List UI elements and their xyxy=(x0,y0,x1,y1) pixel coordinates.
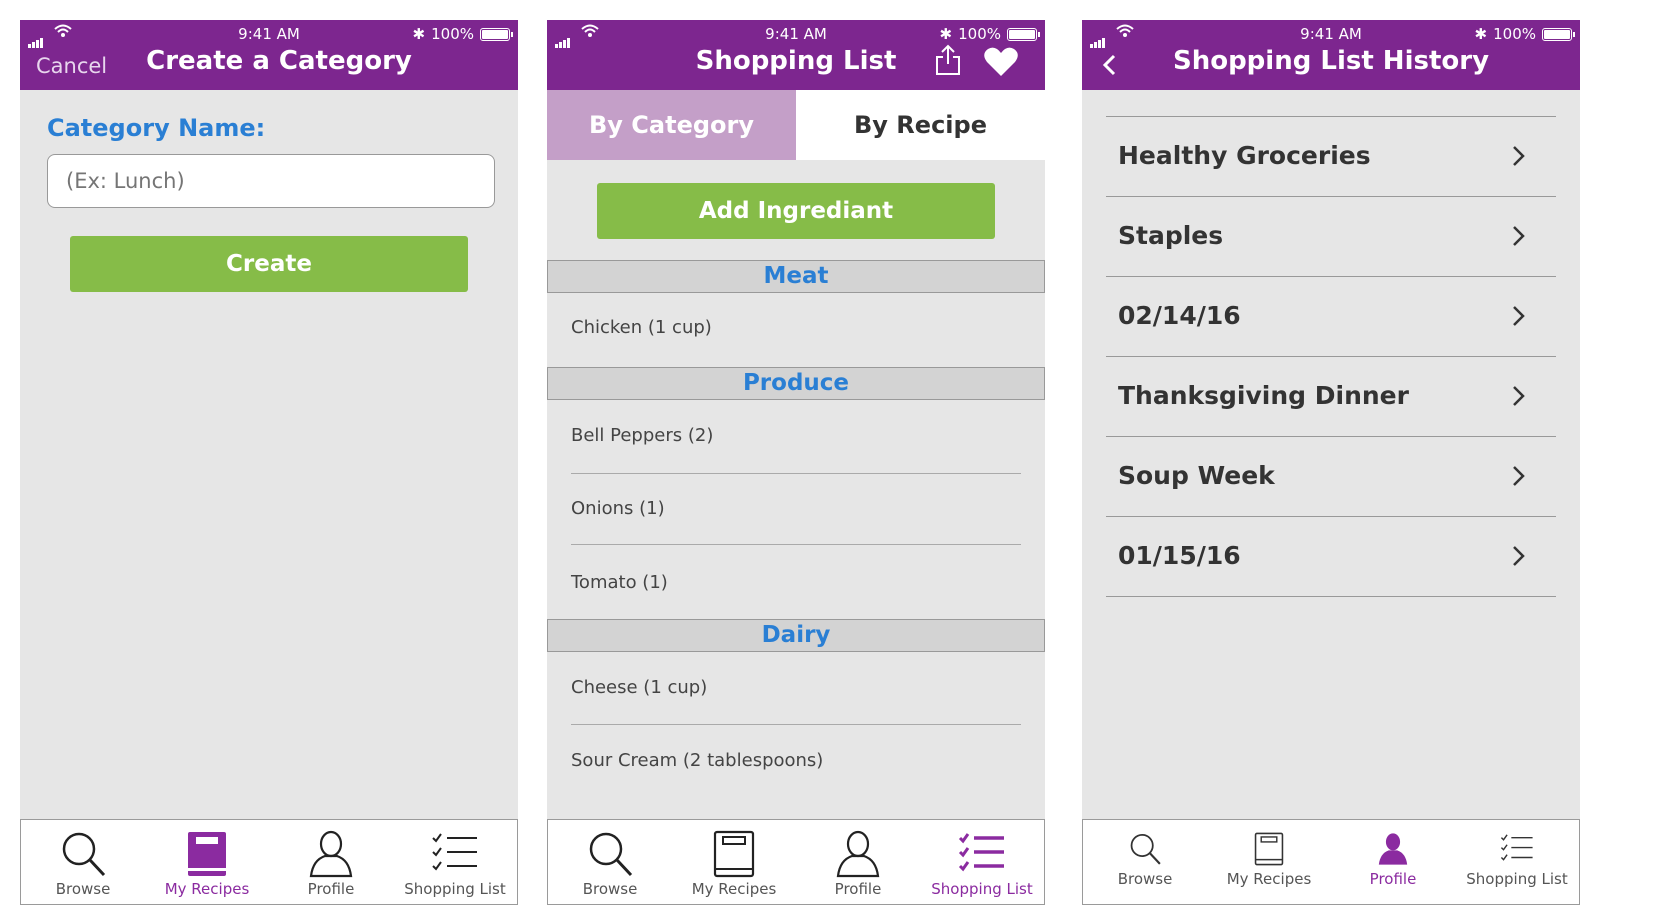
book-icon xyxy=(713,830,755,878)
status-bar: 9:41 AM ✱ 100% xyxy=(547,24,1045,48)
bluetooth-icon: ✱ xyxy=(412,25,426,43)
share-icon[interactable] xyxy=(935,44,961,76)
tab-label: Browse xyxy=(1117,870,1173,888)
tab-my-recipes[interactable]: My Recipes xyxy=(672,820,796,904)
tab-profile[interactable]: Profile xyxy=(1331,820,1455,904)
page-title: Shopping List History xyxy=(1172,46,1490,76)
nav-header: 9:41 AM ✱ 100% Shopping List History xyxy=(1082,20,1580,90)
tab-browse[interactable]: Browse xyxy=(21,820,145,904)
list-item[interactable]: Staples xyxy=(1106,197,1556,277)
chevron-right-icon xyxy=(1513,146,1525,166)
section-header-dairy: Dairy xyxy=(547,619,1045,652)
view-segmented-control: By Category By Recipe xyxy=(547,90,1045,160)
tab-label: Shopping List xyxy=(1466,870,1568,888)
tab-label: Profile xyxy=(307,880,355,898)
tab-my-recipes[interactable]: My Recipes xyxy=(145,820,269,904)
battery-icon xyxy=(480,27,513,41)
shopping-list-history-screen: 9:41 AM ✱ 100% Shopping List History Heal… xyxy=(1082,20,1580,905)
book-icon xyxy=(188,832,226,876)
list-item[interactable]: Thanksgiving Dinner xyxy=(1106,357,1556,437)
section-header-produce: Produce xyxy=(547,367,1045,400)
tab-my-recipes[interactable]: My Recipes xyxy=(1207,820,1331,904)
list-item[interactable]: Soup Week xyxy=(1106,437,1556,517)
tab-bar: Browse My Recipes Profile Shopping List xyxy=(20,819,518,905)
divider xyxy=(571,473,1021,474)
bluetooth-icon: ✱ xyxy=(1474,25,1488,43)
list-item[interactable]: Sour Cream (2 tablespoons) xyxy=(571,750,1021,771)
tab-label: My Recipes xyxy=(691,880,777,898)
tab-label: Profile xyxy=(834,880,882,898)
list-item-label: Staples xyxy=(1118,221,1224,250)
list-item[interactable]: Onions (1) xyxy=(571,498,1021,519)
search-icon xyxy=(1130,833,1161,865)
person-icon xyxy=(1378,833,1408,865)
tab-shopping-list[interactable]: Shopping List xyxy=(393,820,517,904)
chevron-right-icon xyxy=(1513,546,1525,566)
tab-label: Browse xyxy=(582,880,638,898)
category-name-label: Category Name: xyxy=(47,114,266,142)
tab-label: My Recipes xyxy=(164,880,250,898)
add-ingredient-button[interactable]: Add Ingrediant xyxy=(597,183,995,239)
list-item[interactable]: Healthy Groceries xyxy=(1106,117,1556,197)
battery-percent: 100% xyxy=(431,25,474,43)
divider xyxy=(571,724,1021,725)
tab-bar: Browse My Recipes Profile Shopping List xyxy=(1082,819,1580,905)
list-item-label: Soup Week xyxy=(1118,461,1275,490)
tab-label: Profile xyxy=(1369,870,1417,888)
tab-by-recipe[interactable]: By Recipe xyxy=(796,90,1045,160)
search-icon xyxy=(62,832,106,877)
list-item[interactable]: 02/14/16 xyxy=(1106,277,1556,357)
nav-header: 9:41 AM ✱ 100% Cancel Create a Category xyxy=(20,20,518,90)
status-bar: 9:41 AM ✱ 100% xyxy=(20,24,518,48)
tab-by-category[interactable]: By Category xyxy=(547,90,796,160)
list-item[interactable]: Cheese (1 cup) xyxy=(571,677,1021,698)
divider xyxy=(571,544,1021,545)
tab-shopping-list[interactable]: Shopping List xyxy=(920,820,1044,904)
checklist-icon xyxy=(432,833,477,871)
checklist-icon xyxy=(1500,834,1533,861)
chevron-right-icon xyxy=(1513,226,1525,246)
tab-browse[interactable]: Browse xyxy=(1083,820,1207,904)
list-item-label: 01/15/16 xyxy=(1118,541,1241,570)
battery-icon xyxy=(1007,27,1040,41)
book-icon xyxy=(1254,832,1284,866)
battery-percent: 100% xyxy=(1493,25,1536,43)
chevron-right-icon xyxy=(1513,306,1525,326)
list-item[interactable]: Bell Peppers (2) xyxy=(571,425,1021,446)
tab-label: Browse xyxy=(55,880,111,898)
tab-shopping-list[interactable]: Shopping List xyxy=(1455,820,1579,904)
list-item[interactable]: Tomato (1) xyxy=(571,572,1021,593)
create-button[interactable]: Create xyxy=(70,236,468,292)
tab-browse[interactable]: Browse xyxy=(548,820,672,904)
checklist-icon xyxy=(958,833,1004,872)
chevron-right-icon xyxy=(1513,386,1525,406)
list-item-label: Healthy Groceries xyxy=(1118,141,1371,170)
category-name-input[interactable] xyxy=(47,154,495,208)
battery-percent: 100% xyxy=(958,25,1001,43)
list-item-label: Thanksgiving Dinner xyxy=(1118,381,1409,410)
create-category-screen: 9:41 AM ✱ 100% Cancel Create a Category C… xyxy=(20,20,518,905)
status-bar: 9:41 AM ✱ 100% xyxy=(1082,24,1580,48)
nav-header: 9:41 AM ✱ 100% Shopping List xyxy=(547,20,1045,90)
chevron-right-icon xyxy=(1513,466,1525,486)
tab-label: Shopping List xyxy=(404,880,506,898)
list-item[interactable]: 01/15/16 xyxy=(1106,517,1556,597)
heart-icon[interactable] xyxy=(983,46,1019,78)
list-item-label: 02/14/16 xyxy=(1118,301,1241,330)
bluetooth-icon: ✱ xyxy=(939,25,953,43)
list-item[interactable]: Chicken (1 cup) xyxy=(571,317,1021,338)
tab-profile[interactable]: Profile xyxy=(796,820,920,904)
shopping-list-screen: 9:41 AM ✱ 100% Shopping List By Category … xyxy=(547,20,1045,905)
tab-label: My Recipes xyxy=(1226,870,1312,888)
person-icon xyxy=(309,830,353,878)
battery-icon xyxy=(1542,27,1575,41)
section-header-meat: Meat xyxy=(547,260,1045,293)
tab-bar: Browse My Recipes Profile Shopping List xyxy=(547,819,1045,905)
person-icon xyxy=(836,830,880,878)
tab-profile[interactable]: Profile xyxy=(269,820,393,904)
search-icon xyxy=(589,832,633,877)
page-title: Shopping List xyxy=(695,46,897,76)
tab-label: Shopping List xyxy=(931,880,1033,898)
page-title: Create a Category xyxy=(146,46,412,76)
